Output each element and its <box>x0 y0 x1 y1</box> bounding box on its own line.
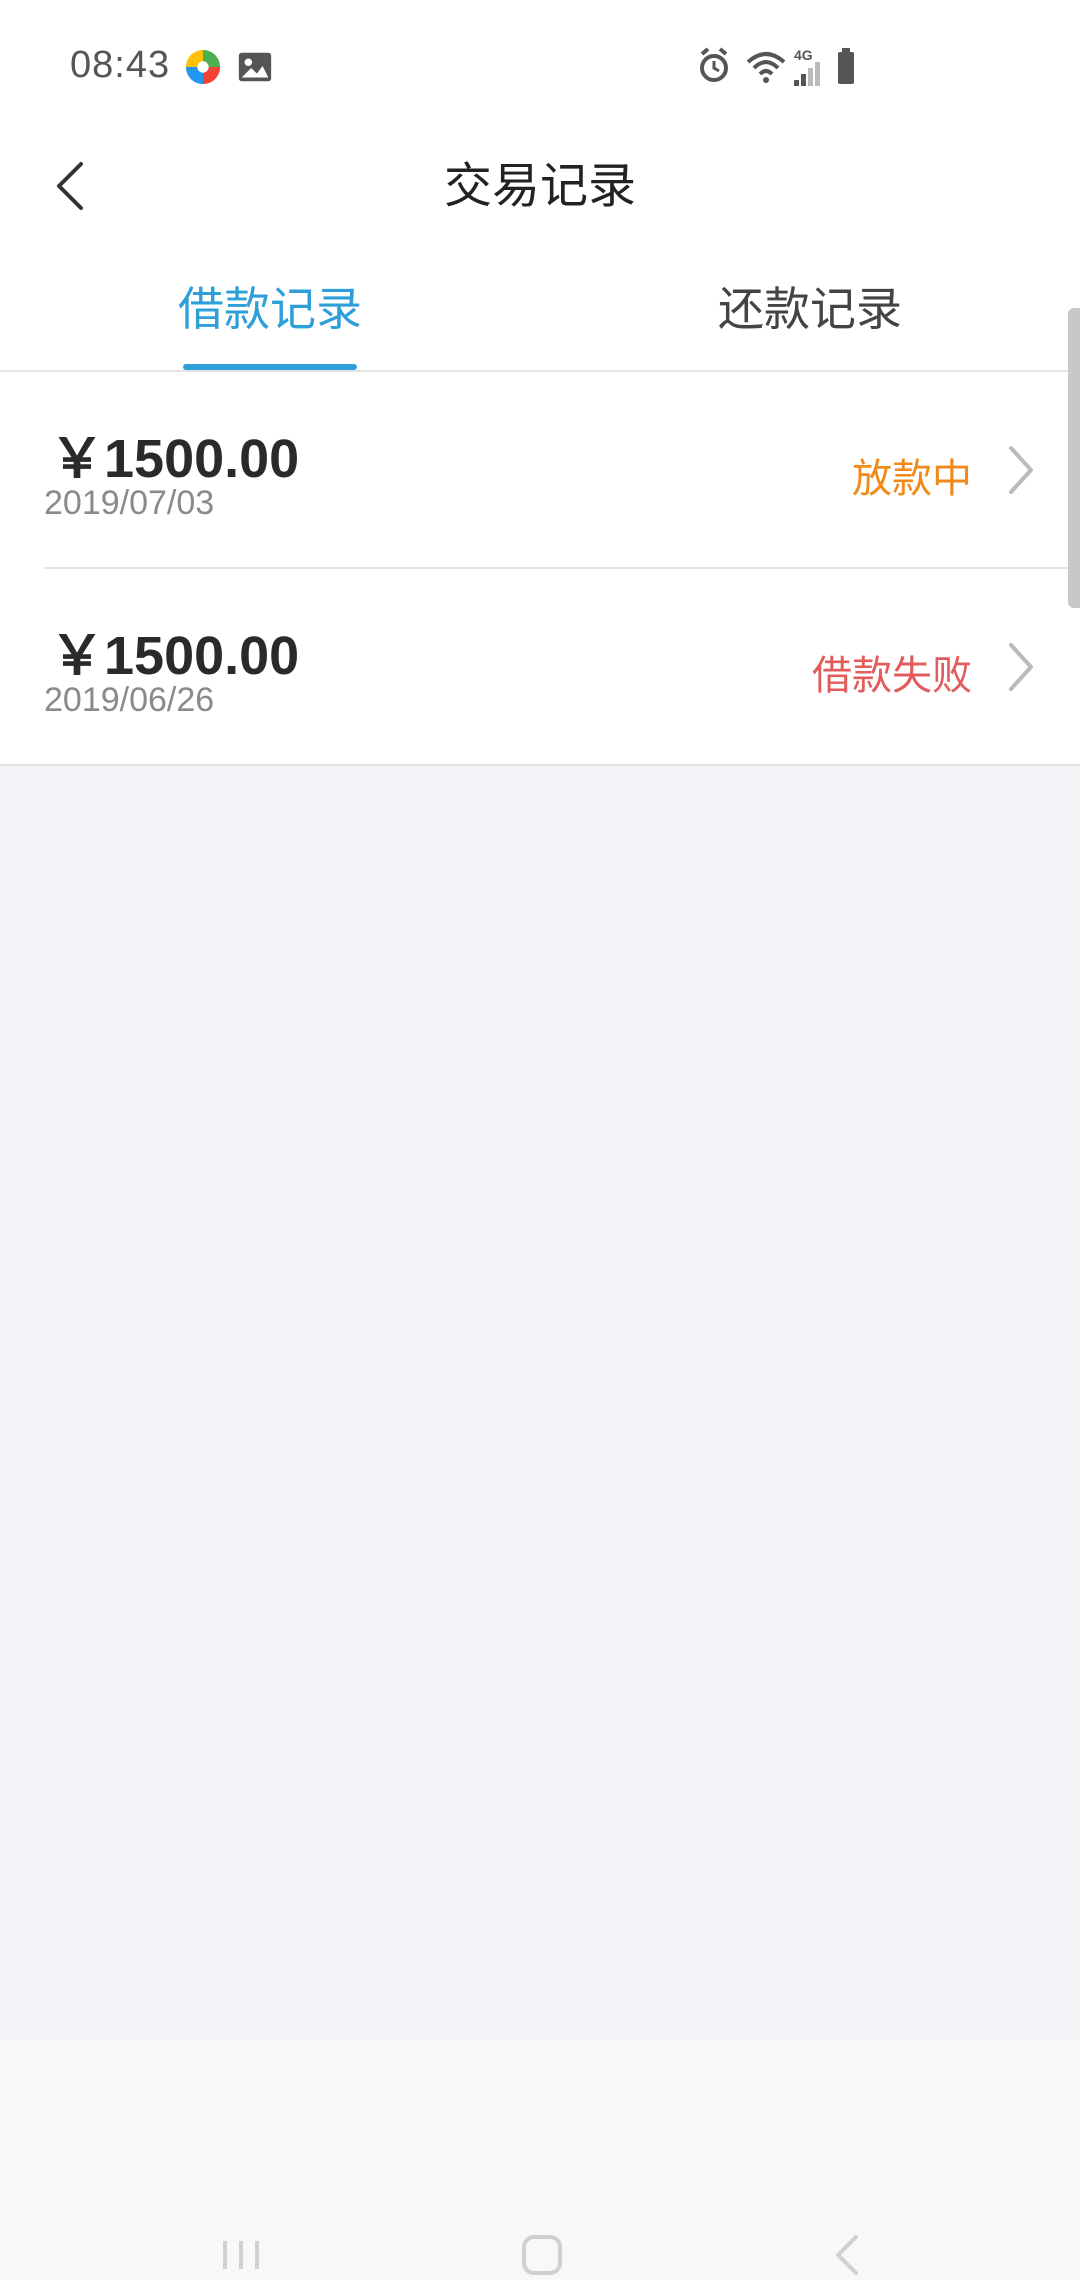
home-button[interactable] <box>497 2220 587 2280</box>
status-bar: 08:43 4G <box>0 0 1080 130</box>
back-icon <box>836 2235 858 2275</box>
tab-repayment-records[interactable]: 还款记录 <box>540 242 1080 370</box>
svg-text:4G: 4G <box>794 47 813 63</box>
battery-icon <box>838 48 854 84</box>
status-time: 08:43 <box>70 44 171 86</box>
record-status: 放款中 <box>852 456 972 502</box>
system-back-button[interactable] <box>802 2220 892 2280</box>
header: 交易记录 <box>0 130 1080 242</box>
record-date: 2019/06/26 <box>44 681 215 719</box>
signal-icon <box>794 62 820 86</box>
alarm-icon <box>700 47 728 82</box>
tab-borrow-records[interactable]: 借款记录 <box>0 242 540 370</box>
app-notification-icon <box>185 49 221 85</box>
screen: 08:43 4G 交易记录 借款记录 还款记录 ￥1500.00 2019/07… <box>0 0 1080 2280</box>
list-item[interactable]: ￥1500.00 2019/06/26 借款失败 <box>44 567 1080 764</box>
record-date: 2019/07/03 <box>44 484 215 522</box>
page-title: 交易记录 <box>443 158 636 214</box>
record-status: 借款失败 <box>812 653 972 699</box>
active-tab-indicator <box>183 364 357 370</box>
back-button[interactable] <box>40 146 100 226</box>
recent-apps-icon <box>223 2241 259 2269</box>
record-list: ￥1500.00 2019/07/03 放款中 ￥1500.00 2019/06… <box>0 372 1080 766</box>
wifi-icon <box>746 52 786 83</box>
list-item[interactable]: ￥1500.00 2019/07/03 放款中 <box>0 372 1080 567</box>
back-arrow-icon <box>57 162 83 210</box>
record-amount: ￥1500.00 <box>50 429 300 489</box>
system-nav-bar <box>0 2040 1080 2280</box>
tab-bar: 借款记录 还款记录 <box>0 242 1080 372</box>
chevron-right-icon <box>1009 643 1033 691</box>
recent-apps-button[interactable] <box>196 2220 286 2280</box>
record-amount: ￥1500.00 <box>50 626 300 686</box>
scroll-indicator[interactable] <box>1068 308 1080 608</box>
gallery-icon <box>238 52 272 82</box>
home-icon <box>522 2235 562 2275</box>
status-icons: 4G <box>700 47 854 86</box>
chevron-right-icon <box>1009 446 1033 494</box>
